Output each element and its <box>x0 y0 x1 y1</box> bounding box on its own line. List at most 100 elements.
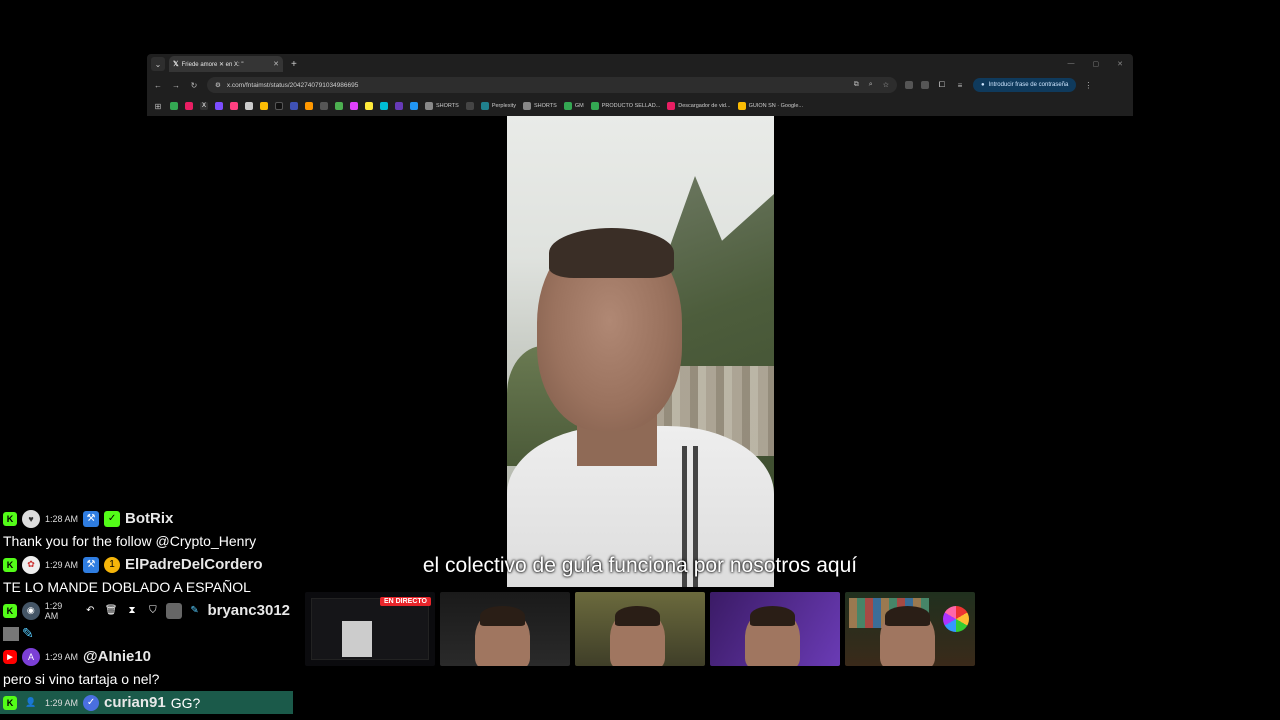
camera-feed <box>710 592 840 666</box>
live-badge: EN DIRECTO <box>379 597 431 606</box>
window-close-icon[interactable]: ✕ <box>1117 60 1123 68</box>
screen-pip <box>342 621 372 657</box>
chat-message: ▶ A 1:29 AM @AInie10 pero si vino tartaj… <box>0 645 293 691</box>
browser-window: ⌄ 𝕏 Friede amore ✕ en X: " ✕ + — ▢ ✕ ← →… <box>147 54 1133 116</box>
chat-text: pero si vino tartaja o nel? <box>3 671 160 687</box>
close-tab-icon[interactable]: ✕ <box>273 60 279 68</box>
extension-icon[interactable] <box>921 81 929 89</box>
tab-active[interactable]: 𝕏 Friede amore ✕ en X: " ✕ <box>169 56 283 72</box>
subscriber-badge-icon: 1 <box>104 556 121 573</box>
new-tab-plus-icon[interactable]: + <box>291 59 297 70</box>
message-time: 1:29 AM <box>45 559 79 570</box>
tab-search-chevron-icon[interactable]: ⌄ <box>151 57 165 71</box>
bookmark-favicon-icon[interactable] <box>260 102 268 110</box>
perplexity-icon <box>480 102 489 110</box>
message-time: 1:29 AM <box>44 600 63 621</box>
chat-username: ElPadreDelCordero <box>125 556 263 573</box>
bookmark-item[interactable]: Perplexity <box>480 102 516 110</box>
password-phrase-button[interactable]: ● Introducir frase de contraseña <box>973 78 1077 92</box>
bot-badge-icon: ✓ <box>104 510 121 527</box>
streamer-hair <box>750 606 795 626</box>
bookmark-favicon-icon[interactable] <box>395 102 403 110</box>
reload-icon[interactable]: ↻ <box>189 81 199 90</box>
bookmark-favicon-icon[interactable] <box>335 102 343 110</box>
instagram-icon[interactable] <box>230 102 238 110</box>
maximize-icon[interactable]: ▢ <box>1093 60 1100 68</box>
bookmark-favicon-icon[interactable] <box>245 102 253 110</box>
chat-message: K ✿ 1:29 AM ⚒ 1 ElPadreDelCordero TE LO … <box>0 553 293 599</box>
bookmark-label: GM <box>574 103 584 109</box>
bookmark-item[interactable]: GUION SN · Google... <box>737 102 803 110</box>
bookmark-favicon-icon[interactable] <box>320 102 328 110</box>
bookmark-favicon-icon[interactable] <box>215 102 223 110</box>
forward-arrow-icon[interactable]: → <box>171 81 181 90</box>
extensions-puzzle-icon[interactable]: ⧠ <box>937 80 947 90</box>
bookmark-favicon-icon[interactable] <box>380 102 388 110</box>
bookmark-favicon-icon[interactable] <box>290 102 298 110</box>
sheets-icon <box>590 102 599 110</box>
sheets-icon <box>563 102 572 110</box>
person-hair <box>549 228 674 278</box>
bookmarks-bar: ⊞ X SHORTS Perplexity SHORTS GM PRODUCTO… <box>147 96 1133 116</box>
menu-kebab-icon[interactable]: ⋮ <box>1084 81 1092 90</box>
site-info-icon[interactable]: ⚙ <box>215 81 221 89</box>
avatar: ✿ <box>22 555 40 574</box>
minimize-icon[interactable]: — <box>1068 60 1075 68</box>
chat-text: GG? <box>170 694 201 711</box>
tab-bar: ⌄ 𝕏 Friede amore ✕ en X: " ✕ + — ▢ ✕ <box>147 54 1133 74</box>
install-app-icon[interactable]: ⧉ <box>854 81 859 89</box>
message-time: 1:29 AM <box>45 651 79 662</box>
reading-list-icon[interactable]: ≡ <box>955 81 965 90</box>
bookmark-favicon-icon[interactable] <box>410 102 418 110</box>
kick-icon: K <box>3 695 17 710</box>
x-bookmark-icon[interactable]: X <box>200 102 208 110</box>
bookmark-star-icon[interactable]: ☆ <box>883 81 889 89</box>
chat-text: ✎ <box>3 622 290 645</box>
address-bar[interactable]: ⚙ x.com/fntaimst/status/2042740791034986… <box>207 77 897 93</box>
camera-feed <box>440 592 570 666</box>
moderator-badge-icon: ⚒ <box>83 510 100 527</box>
bookmark-item[interactable]: PRODUCTO SELLAD... <box>590 102 661 110</box>
bookmark-favicon-icon[interactable] <box>350 102 358 110</box>
bookmark-favicon-icon[interactable] <box>465 102 474 110</box>
bookmark-favicon-icon[interactable] <box>305 102 313 110</box>
undo-icon: ↶ <box>86 605 95 616</box>
screen-capture <box>311 598 429 660</box>
streamer-hair <box>885 606 930 626</box>
bookmark-item[interactable]: GM <box>563 102 584 110</box>
password-button-label: Introducir frase de contraseña <box>988 82 1069 88</box>
bookmark-favicon-icon[interactable] <box>170 102 178 110</box>
bookmark-label: Perplexity <box>491 103 516 109</box>
tab-title: Friede amore ✕ en X: " <box>181 61 244 68</box>
extension-icon[interactable] <box>905 81 913 89</box>
emote-icon: ✎ <box>22 625 34 641</box>
bookmark-item[interactable]: SHORTS <box>522 102 557 110</box>
bookmark-favicon-icon <box>667 102 676 110</box>
user-avatar-icon: 👤 <box>25 697 37 707</box>
bookmark-item[interactable]: SHORTS <box>425 102 459 110</box>
bookmark-favicon-icon <box>522 102 531 110</box>
chat-username: @AInie10 <box>83 648 152 665</box>
chat-text: TE LO MANDE DOBLADO A ESPAÑOL <box>3 579 251 595</box>
back-arrow-icon[interactable]: ← <box>153 81 163 90</box>
kick-icon: K <box>3 557 17 572</box>
address-row: ← → ↻ ⚙ x.com/fntaimst/status/2042740791… <box>147 74 1133 96</box>
bookmark-label: SHORTS <box>533 103 557 109</box>
chat-message: K ◉ 1:29 AM ↶ 🗑 ⧗ ⛉ ✎ bryanc3012 ✎ <box>0 599 293 645</box>
bookmark-label: Descargador de vid... <box>678 103 731 109</box>
bookmark-favicon-icon[interactable] <box>365 102 373 110</box>
chat-username: curian91 <box>104 694 166 711</box>
camera-feed <box>845 592 975 666</box>
video-player[interactable] <box>507 116 774 587</box>
apps-grid-icon[interactable]: ⊞ <box>153 102 163 111</box>
bookmark-favicon-icon[interactable] <box>185 102 193 110</box>
camera-strip: EN DIRECTO <box>305 592 976 666</box>
youtube-icon: ▶ <box>3 649 17 664</box>
bookmark-item[interactable]: Descargador de vid... <box>667 102 731 110</box>
key-icon: ● <box>981 82 985 88</box>
trash-icon: 🗑 <box>104 605 118 616</box>
zoom-icon[interactable]: ⌕ <box>869 81 873 89</box>
tiktok-icon[interactable] <box>275 102 283 110</box>
avatar: ◉ <box>21 601 40 620</box>
bookmark-label: PRODUCTO SELLAD... <box>601 103 661 109</box>
